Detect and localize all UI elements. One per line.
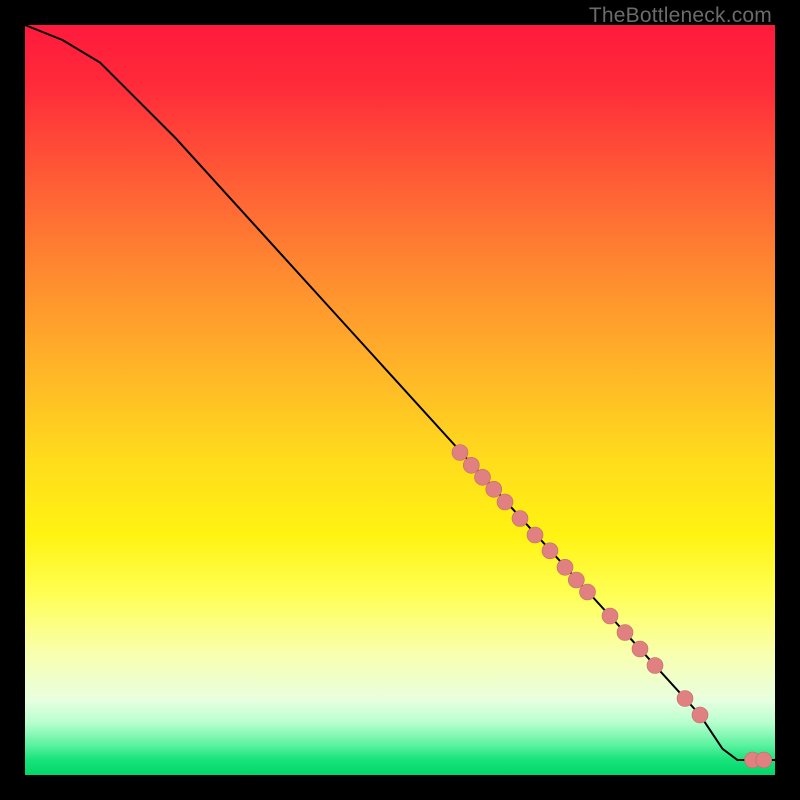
data-point (617, 625, 633, 641)
data-points-group (452, 445, 772, 769)
data-point (542, 543, 558, 559)
data-point (463, 457, 479, 473)
data-point (647, 658, 663, 674)
data-point (486, 481, 502, 497)
data-point (632, 641, 648, 657)
data-point (557, 559, 573, 575)
chart-container: TheBottleneck.com (0, 0, 800, 800)
data-point (527, 527, 543, 543)
data-point (568, 572, 584, 588)
data-point (452, 445, 468, 461)
data-point (580, 584, 596, 600)
data-point (756, 752, 772, 768)
bottleneck-curve (25, 25, 775, 760)
data-point (677, 691, 693, 707)
data-point (512, 511, 528, 527)
data-point (602, 608, 618, 624)
data-point (692, 707, 708, 723)
data-point (497, 494, 513, 510)
chart-overlay-svg (25, 25, 775, 775)
data-point (475, 469, 491, 485)
